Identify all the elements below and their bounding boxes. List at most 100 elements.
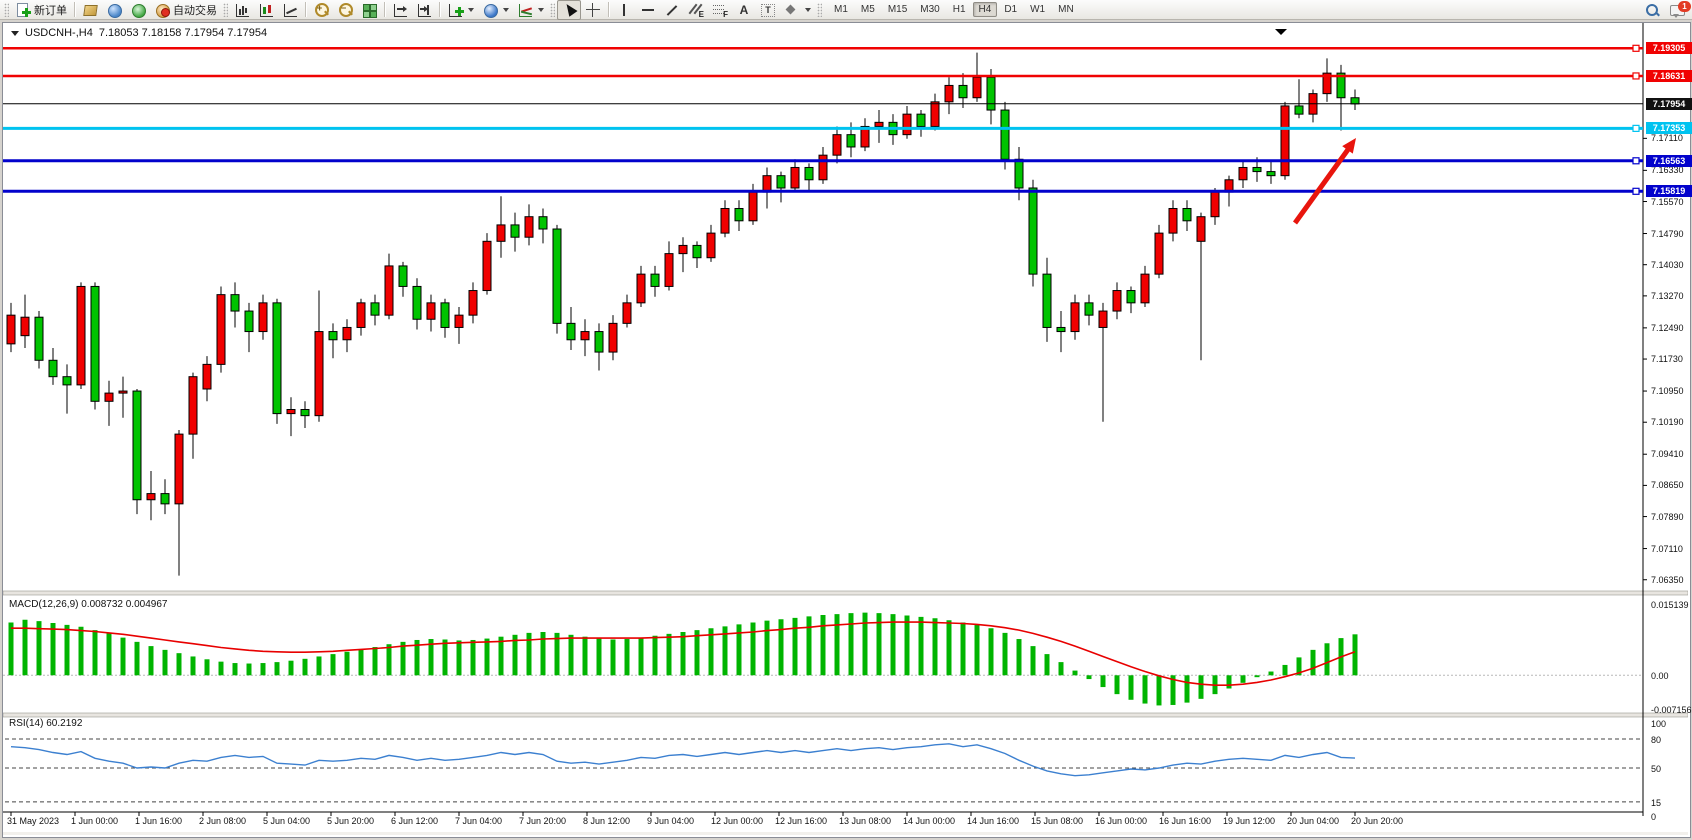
signals-button[interactable] bbox=[126, 0, 150, 20]
tf-button-h1[interactable]: H1 bbox=[947, 2, 972, 17]
chevron-down-icon bbox=[538, 8, 544, 12]
chevron-down-icon bbox=[503, 8, 509, 12]
autotrading-button[interactable]: 自动交易 bbox=[150, 0, 221, 20]
candle-body bbox=[623, 303, 631, 324]
candle-body bbox=[189, 377, 197, 434]
trend-arrow-object[interactable] bbox=[1295, 144, 1352, 223]
candle-body bbox=[1141, 274, 1149, 303]
fibonacci-icon: F bbox=[712, 2, 728, 18]
scroll-to-end-marker[interactable] bbox=[1275, 29, 1287, 35]
candle-body bbox=[315, 332, 323, 416]
chart-menu-icon[interactable] bbox=[11, 31, 19, 36]
channel-icon: E bbox=[688, 2, 704, 18]
chart-shift-button[interactable] bbox=[412, 0, 436, 20]
tf-button-m1[interactable]: M1 bbox=[828, 2, 854, 17]
time-axis-label: 31 May 2023 bbox=[7, 816, 59, 826]
line-handle[interactable] bbox=[1633, 158, 1639, 164]
candle-body bbox=[1351, 98, 1359, 104]
zoom-out-button[interactable]: − bbox=[333, 0, 357, 20]
new-chart-icon bbox=[447, 2, 463, 18]
auto-scroll-button[interactable] bbox=[388, 0, 412, 20]
price-tick-label: 7.08650 bbox=[1651, 480, 1684, 490]
time-axis-label: 13 Jun 08:00 bbox=[839, 816, 891, 826]
tf-button-m5[interactable]: M5 bbox=[855, 2, 881, 17]
candle-body bbox=[77, 286, 85, 384]
candle-body bbox=[917, 114, 925, 126]
candle-body bbox=[343, 327, 351, 339]
search-icon[interactable] bbox=[1644, 2, 1660, 18]
cursor-tool-button[interactable] bbox=[557, 0, 581, 20]
rsi-scale-label: 15 bbox=[1651, 798, 1661, 808]
candle-body bbox=[329, 332, 337, 340]
chart-title: USDCNH-,H4 7.18053 7.18158 7.17954 7.179… bbox=[11, 27, 267, 39]
zoom-in-button[interactable]: + bbox=[309, 0, 333, 20]
ohlc-values: 7.18053 7.18158 7.17954 7.17954 bbox=[99, 27, 267, 39]
candle-body bbox=[1057, 327, 1065, 331]
label-tool-button[interactable]: T bbox=[756, 0, 780, 20]
profiles-icon bbox=[482, 2, 498, 18]
pane-divider[interactable] bbox=[3, 591, 1688, 595]
chart-window[interactable]: USDCNH-,H4 7.18053 7.18158 7.17954 7.179… bbox=[2, 22, 1691, 838]
candle-body bbox=[455, 315, 463, 327]
fibonacci-tool-button[interactable]: F bbox=[708, 0, 732, 20]
candle-chart-mode-button[interactable] bbox=[254, 0, 278, 20]
tf-button-m15[interactable]: M15 bbox=[882, 2, 913, 17]
market-watch-button[interactable] bbox=[78, 0, 102, 20]
candle-body bbox=[259, 303, 267, 332]
tf-button-w1[interactable]: W1 bbox=[1024, 2, 1051, 17]
macd-scale-label: -0.007156 bbox=[1651, 705, 1692, 715]
price-tick-label: 7.16330 bbox=[1651, 165, 1684, 175]
pane-divider[interactable] bbox=[3, 713, 1688, 717]
candle-body bbox=[7, 315, 15, 344]
crosshair-tool-button[interactable] bbox=[581, 0, 605, 20]
line-chart-mode-button[interactable] bbox=[278, 0, 302, 20]
candlestick-chart-icon bbox=[258, 2, 274, 18]
text-tool-button[interactable]: A bbox=[732, 0, 756, 20]
vertical-line-tool-button[interactable] bbox=[612, 0, 636, 20]
macd-scale-label: 0.00 bbox=[1651, 671, 1669, 681]
tile-windows-button[interactable] bbox=[357, 0, 381, 20]
rsi-scale-label: 100 bbox=[1651, 719, 1666, 729]
tf-button-mn[interactable]: MN bbox=[1052, 2, 1080, 17]
signals-icon bbox=[130, 2, 146, 18]
chevron-down-icon bbox=[805, 8, 811, 12]
new-order-button[interactable]: 新订单 bbox=[11, 0, 71, 20]
candle-body bbox=[469, 291, 477, 316]
price-tick-label: 7.07110 bbox=[1651, 544, 1683, 554]
candle-body bbox=[1071, 303, 1079, 332]
channel-tool-button[interactable]: E bbox=[684, 0, 708, 20]
bar-chart-mode-button[interactable] bbox=[230, 0, 254, 20]
arrows-tool-button[interactable] bbox=[780, 0, 815, 20]
candle-body bbox=[553, 229, 561, 323]
line-handle[interactable] bbox=[1633, 125, 1639, 131]
new-chart-button[interactable] bbox=[443, 0, 478, 20]
line-handle[interactable] bbox=[1633, 45, 1639, 51]
horizontal-line-tool-button[interactable] bbox=[636, 0, 660, 20]
line-handle[interactable] bbox=[1633, 73, 1639, 79]
community-button[interactable] bbox=[102, 0, 126, 20]
candle-body bbox=[1155, 233, 1163, 274]
tf-button-m30[interactable]: M30 bbox=[914, 2, 945, 17]
macd-title: MACD(12,26,9) bbox=[9, 599, 78, 610]
time-axis-label: 14 Jun 16:00 bbox=[967, 816, 1019, 826]
price-tag: 7.19305 bbox=[1646, 42, 1692, 54]
notification-badge: 1 bbox=[1678, 1, 1691, 12]
candle-body bbox=[245, 311, 253, 332]
indicators-button[interactable] bbox=[513, 0, 548, 20]
tf-button-d1[interactable]: D1 bbox=[998, 2, 1023, 17]
chart-canvas[interactable] bbox=[3, 23, 1688, 835]
candle-body bbox=[1085, 303, 1093, 315]
label-letter: T bbox=[761, 4, 775, 17]
trendline-tool-button[interactable] bbox=[660, 0, 684, 20]
tf-button-h4[interactable]: H4 bbox=[973, 2, 998, 17]
profiles-button[interactable] bbox=[478, 0, 513, 20]
candle-body bbox=[1113, 291, 1121, 312]
chat-icon[interactable]: 1 bbox=[1670, 2, 1686, 18]
candle-body bbox=[609, 323, 617, 352]
time-axis-label: 12 Jun 00:00 bbox=[711, 816, 763, 826]
auto-scroll-icon bbox=[392, 2, 408, 18]
candle-body bbox=[735, 208, 743, 220]
time-axis-label: 19 Jun 12:00 bbox=[1223, 816, 1275, 826]
time-axis-label: 7 Jun 20:00 bbox=[519, 816, 566, 826]
line-handle[interactable] bbox=[1633, 188, 1639, 194]
